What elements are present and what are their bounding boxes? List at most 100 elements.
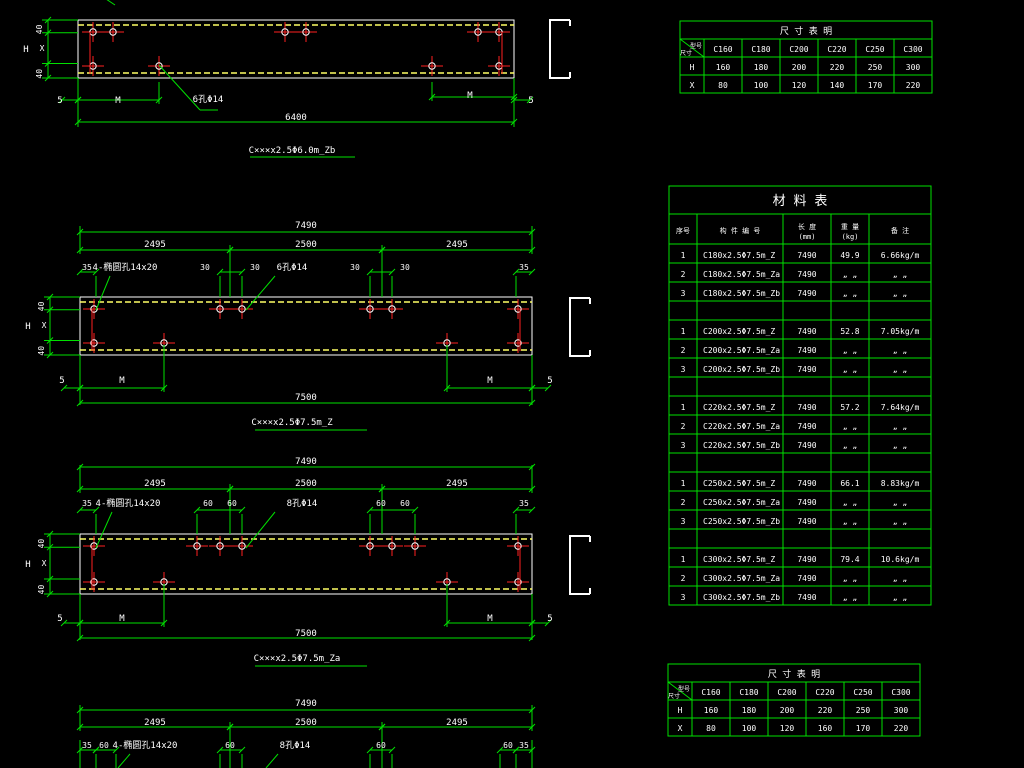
dim-60-label: 60	[99, 741, 109, 750]
table-cell: 120	[780, 724, 795, 733]
column-header: C160	[701, 688, 720, 697]
table-cell: 120	[792, 81, 807, 90]
segment-label: 2495	[144, 718, 166, 728]
material-table-title: 材 料 表	[773, 194, 828, 209]
table-cell: „ „	[843, 593, 857, 602]
table-cell: C200x2.5Φ7.5m_Z	[703, 327, 775, 336]
dim-H-label: H	[25, 560, 30, 570]
leader-line	[95, 275, 111, 311]
table-cell: 140	[830, 81, 845, 90]
row-label: H	[690, 63, 695, 72]
dim-35-label: 35	[519, 499, 529, 508]
table-corner-label: 型号	[678, 685, 690, 693]
table-cell: 300	[906, 63, 921, 72]
dim-60-label: 60	[203, 499, 213, 508]
table-cell: 250	[868, 63, 883, 72]
table-cell: 180	[742, 706, 757, 715]
segment-label: 2495	[446, 479, 468, 489]
dim-60-label: 60	[400, 499, 410, 508]
column-header: C160	[713, 45, 732, 54]
dim-35-label: 35	[82, 263, 92, 272]
dim-5-label: 5	[547, 614, 552, 624]
segment-label: 2500	[295, 240, 317, 250]
table-corner-label: 尺寸	[668, 692, 680, 700]
table-cell: 3	[681, 365, 686, 374]
dim-40-label: 40	[37, 585, 46, 595]
dim-40-label: 40	[35, 24, 44, 34]
top-total-label: 7490	[295, 699, 317, 709]
c-section-profile	[549, 19, 571, 79]
dim-5-label: 5	[59, 376, 64, 386]
header-line: 长 度	[798, 222, 816, 231]
hole-note-label: 8孔Φ14	[280, 740, 311, 751]
table-cell: „ „	[843, 422, 857, 431]
column-header: 序号	[676, 226, 690, 235]
table-cell: 1	[681, 479, 686, 488]
dim-40-label: 40	[37, 539, 46, 549]
table-cell: „ „	[893, 593, 907, 602]
table-cell: 170	[868, 81, 883, 90]
top-total-label: 7490	[295, 221, 317, 231]
table-cell: C300x2.5Φ7.5m_Z	[703, 555, 775, 564]
table-cell: 200	[780, 706, 795, 715]
table-cell: 2	[681, 346, 686, 355]
table-cell: 170	[856, 724, 871, 733]
column-header: C220	[827, 45, 846, 54]
table-cell: 300	[894, 706, 909, 715]
dim-X-label: X	[42, 559, 47, 568]
dim-30-label: 30	[400, 263, 410, 272]
top-total-label: 7490	[295, 457, 317, 467]
dim-40-label: 40	[37, 346, 46, 356]
table-cell: „ „	[843, 441, 857, 450]
dim-H-label: H	[23, 45, 28, 55]
table-cell: 7.05kg/m	[881, 327, 920, 336]
table-cell: 2	[681, 574, 686, 583]
leader-line	[117, 753, 131, 768]
dim-M-label: M	[119, 614, 125, 624]
column-header: C180	[751, 45, 770, 54]
drawing-caption: C×××x2.5Φ7.5m_Z	[251, 418, 333, 428]
dim-30-label: 30	[200, 263, 210, 272]
dim-60-label: 60	[376, 741, 386, 750]
table-cell: „ „	[893, 270, 907, 279]
drawing-caption: C×××x2.5Φ7.5m_Za	[254, 654, 341, 664]
table-cell: C250x2.5Φ7.5m_Z	[703, 479, 775, 488]
hole-note-label: 8孔Φ14	[287, 498, 318, 509]
c-section-profile	[569, 535, 591, 595]
dim-60-label: 60	[503, 741, 513, 750]
table-cell: 220	[894, 724, 909, 733]
segment-label: 2495	[446, 718, 468, 728]
table-corner-label: 型号	[690, 42, 702, 50]
slot-note-label: 4-椭圆孔14x20	[113, 739, 178, 751]
dim-M-label: M	[119, 376, 125, 386]
leader-line	[245, 511, 276, 549]
table-cell: C180x2.5Φ7.5m_Za	[703, 270, 780, 279]
total-length-label: 7500	[295, 629, 317, 639]
table-cell: C180x2.5Φ7.5m_Zb	[703, 289, 780, 298]
dim-H-label: H	[25, 322, 30, 332]
total-length-label: 6400	[285, 113, 307, 123]
dim-5-label: 5	[57, 96, 62, 106]
leader-line	[106, 0, 116, 6]
dim-5-label: 5	[57, 614, 62, 624]
header-line: (mm)	[799, 233, 816, 241]
size-table-title: 尺 寸 表 明	[768, 668, 820, 680]
table-cell: 180	[754, 63, 769, 72]
dim-30-label: 30	[350, 263, 360, 272]
hole-note-label: 6孔Φ14	[277, 262, 308, 273]
table-cell: „ „	[843, 517, 857, 526]
slot-note-label: 4-椭圆孔14x20	[93, 261, 158, 273]
table-cell: 3	[681, 593, 686, 602]
table-cell: 220	[906, 81, 921, 90]
segment-label: 2500	[295, 718, 317, 728]
table-cell: 10.6kg/m	[881, 555, 920, 564]
table-cell: 3	[681, 517, 686, 526]
table-cell: 7490	[797, 403, 816, 412]
dim-35-label: 35	[82, 741, 92, 750]
dim-X-label: X	[42, 321, 47, 330]
table-cell: C300x2.5Φ7.5m_Zb	[703, 593, 780, 602]
drawing-caption: C×××x2.5Φ6.0m_Zb	[249, 146, 336, 156]
row-label: X	[678, 724, 683, 733]
column-header: C300	[903, 45, 922, 54]
beam-outline	[79, 296, 533, 356]
